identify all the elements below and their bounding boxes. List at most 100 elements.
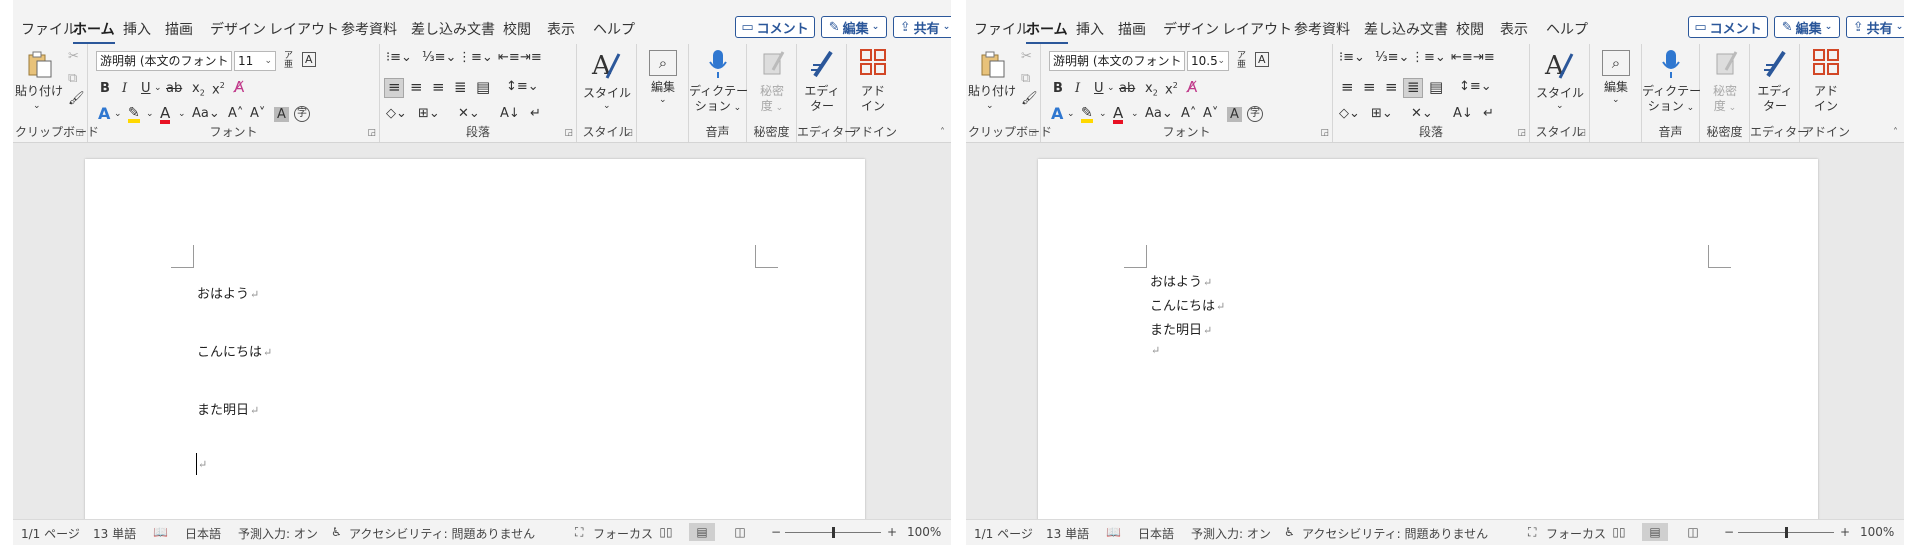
styles-icon[interactable]: A (1542, 48, 1576, 82)
justify-icon[interactable]: ≣ (1407, 80, 1420, 95)
shrink-font-icon[interactable]: A˅ (250, 107, 265, 120)
find-icon[interactable]: ⌕ (649, 50, 677, 76)
font-color-icon[interactable]: A (160, 106, 171, 124)
tab-review[interactable]: 校閲 (503, 19, 531, 39)
document-page[interactable]: おはよう↵ こんにちは↵ また明日↵ ↵ (85, 159, 865, 520)
accessibility-icon[interactable]: ♿ (1284, 525, 1295, 539)
enclose-characters-icon[interactable]: A (1255, 52, 1269, 67)
document-line-4[interactable]: ↵ (197, 457, 207, 472)
strikethrough-icon[interactable]: ab (166, 82, 182, 95)
find-icon[interactable]: ⌕ (1602, 50, 1630, 76)
paste-icon[interactable] (25, 50, 55, 80)
tab-layout[interactable]: レイアウト (269, 19, 339, 39)
focus-mode[interactable]: フォーカス (593, 525, 653, 542)
phonetic-guide-icon[interactable]: ア亜 (284, 52, 293, 70)
editor-label-line1[interactable]: エディ (1750, 84, 1800, 99)
tab-insert[interactable]: 挿入 (1076, 19, 1104, 39)
tab-review[interactable]: 校閲 (1456, 19, 1484, 39)
grow-font-icon[interactable]: A˄ (228, 107, 243, 120)
page-count[interactable]: 1/1 ページ (974, 525, 1033, 542)
page-count[interactable]: 1/1 ページ (21, 525, 80, 542)
tab-file[interactable]: ファイル (974, 19, 1030, 39)
web-layout-view-icon[interactable]: ◫ (1680, 523, 1706, 541)
shading-icon[interactable]: ◇⌄ (1339, 107, 1360, 120)
tab-file[interactable]: ファイル (21, 19, 77, 39)
text-effects-icon[interactable]: A (1051, 106, 1063, 122)
align-center-icon[interactable]: ≡ (410, 80, 423, 95)
tab-home[interactable]: ホーム (1026, 19, 1068, 45)
font-launcher-icon[interactable]: ◲ (367, 128, 376, 138)
clipboard-launcher-icon[interactable]: ◲ (1028, 128, 1037, 138)
paste-icon[interactable] (978, 50, 1008, 80)
copy-icon[interactable]: ⧉ (1021, 72, 1030, 85)
document-line-2[interactable]: こんにちは↵ (1150, 295, 1225, 314)
editing-dropdown-icon[interactable]: ⌄ (1612, 96, 1620, 105)
paste-label[interactable]: 貼り付け (15, 84, 63, 99)
bold-icon[interactable]: B (1053, 82, 1063, 95)
tab-insert[interactable]: 挿入 (123, 19, 151, 39)
tab-design[interactable]: デザイン (210, 19, 266, 39)
addins-label-line2[interactable]: イン (1800, 99, 1852, 114)
font-color-icon[interactable]: A (1113, 106, 1124, 124)
justify-icon[interactable]: ≣ (454, 80, 467, 95)
paragraph-launcher-icon[interactable]: ◲ (564, 128, 573, 138)
text-effects-dropdown-icon[interactable]: ⌄ (114, 110, 122, 119)
tab-references[interactable]: 参考資料 (341, 19, 397, 39)
tab-references[interactable]: 参考資料 (1294, 19, 1350, 39)
tab-view[interactable]: 表示 (547, 19, 575, 39)
microphone-icon[interactable] (1660, 48, 1682, 80)
read-mode-view-icon[interactable]: ▯▯ (1606, 523, 1632, 541)
document-line-1[interactable]: おはよう↵ (1150, 271, 1212, 290)
character-shading-icon[interactable]: A (274, 107, 289, 122)
editing-label[interactable]: 編集 (637, 80, 689, 95)
comment-button[interactable]: ▭ コメント (1688, 16, 1768, 38)
subscript-icon[interactable]: x2 (192, 82, 205, 98)
styles-label[interactable]: スタイル (1530, 86, 1590, 101)
enclose-characters-icon[interactable]: A (302, 52, 316, 67)
bullets-icon[interactable]: ⁝≡⌄ (1339, 51, 1365, 64)
zoom-out-icon[interactable]: − (771, 525, 781, 539)
highlight-dropdown-icon[interactable]: ⌄ (146, 110, 154, 119)
font-color-dropdown-icon[interactable]: ⌄ (178, 110, 186, 119)
highlight-icon[interactable]: ✎ (128, 106, 140, 123)
sort-icon[interactable]: A↓ (1453, 107, 1473, 120)
font-size-combobox[interactable]: 10.5 ⌄ (1187, 51, 1229, 71)
addins-label-line1[interactable]: アド (1800, 84, 1852, 99)
edit-mode-button[interactable]: ✎ 編集 ⌄ (1774, 16, 1840, 38)
accessibility-icon[interactable]: ♿ (331, 525, 342, 539)
bullets-icon[interactable]: ⁝≡⌄ (386, 51, 412, 64)
proofing-icon[interactable]: 📖 (1106, 525, 1121, 539)
shrink-font-icon[interactable]: A˅ (1203, 107, 1218, 120)
font-color-dropdown-icon[interactable]: ⌄ (1131, 110, 1139, 119)
sort-icon[interactable]: A↓ (500, 107, 520, 120)
predictive-text-status[interactable]: 予測入力: オン (238, 525, 318, 542)
increase-indent-icon[interactable]: ⇥≡ (520, 51, 542, 64)
superscript-icon[interactable]: x2 (212, 82, 225, 97)
microphone-icon[interactable] (707, 48, 729, 80)
line-spacing-icon[interactable]: ↕≡⌄ (1459, 80, 1492, 93)
distributed-icon[interactable]: ▤ (1429, 80, 1443, 95)
document-line-1[interactable]: おはよう↵ (197, 283, 259, 302)
shading-icon[interactable]: ◇⌄ (386, 107, 407, 120)
font-name-combobox[interactable]: 游明朝 (本文のフォント - 日本 (1049, 51, 1185, 71)
copy-icon[interactable]: ⧉ (68, 72, 77, 85)
editor-label-line2[interactable]: ター (797, 99, 847, 114)
highlight-icon[interactable]: ✎ (1081, 106, 1093, 123)
tab-help[interactable]: ヘルプ (1546, 19, 1588, 39)
tab-design[interactable]: デザイン (1163, 19, 1219, 39)
decrease-indent-icon[interactable]: ⇤≡ (498, 51, 520, 64)
edit-mode-button[interactable]: ✎ 編集 ⌄ (821, 16, 887, 38)
language-indicator[interactable]: 日本語 (185, 525, 221, 542)
font-name-combobox[interactable]: 游明朝 (本文のフォント - 日本 (96, 51, 232, 71)
highlight-dropdown-icon[interactable]: ⌄ (1099, 110, 1107, 119)
asian-layout-icon[interactable]: ✕⌄ (458, 107, 480, 120)
enclosed-character-icon[interactable]: 字 (294, 106, 310, 122)
underline-dropdown-icon[interactable]: ⌄ (154, 84, 162, 93)
bold-icon[interactable]: B (100, 82, 110, 95)
styles-launcher-icon[interactable]: ◲ (624, 128, 633, 138)
borders-icon[interactable]: ⊞⌄ (418, 107, 440, 120)
editing-dropdown-icon[interactable]: ⌄ (659, 96, 667, 105)
grow-font-icon[interactable]: A˄ (1181, 107, 1196, 120)
tab-mailings[interactable]: 差し込み文書 (411, 19, 495, 39)
editing-label[interactable]: 編集 (1590, 80, 1642, 95)
